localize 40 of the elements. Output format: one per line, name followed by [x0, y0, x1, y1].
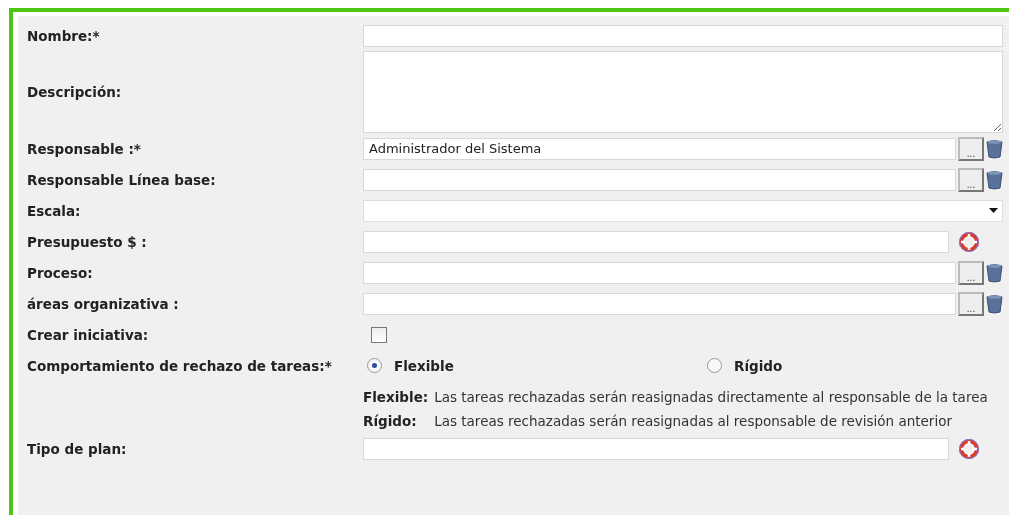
text-input[interactable] — [363, 261, 956, 284]
field-label: Proceso: — [27, 264, 94, 281]
field-label: Responsable Línea base: — [27, 171, 217, 188]
trash-icon[interactable] — [986, 138, 1003, 159]
field-label: Comportamiento de rechazo de tareas:* — [27, 357, 333, 374]
text-input[interactable] — [363, 437, 949, 460]
description-textarea[interactable] — [363, 51, 1003, 133]
text-input[interactable] — [363, 292, 956, 315]
dropdown-caret-icon — [989, 208, 998, 213]
radio-label: Flexible — [394, 357, 454, 374]
note-text: Las tareas rechazadas serán reasignadas directamente al responsable de la tarea — [434, 390, 989, 404]
text-input[interactable]: Administrador del Sistema — [363, 137, 956, 160]
field-label: Crear iniciativa: — [27, 326, 150, 343]
note-term: Flexible: — [363, 389, 429, 405]
name-input[interactable] — [363, 24, 1003, 47]
radio-label: Rígido — [734, 357, 783, 374]
lifebuoy-icon[interactable] — [959, 438, 979, 459]
browse-button[interactable]: ... — [958, 291, 984, 316]
text-input[interactable] — [363, 230, 949, 253]
note-text: Las tareas rechazadas serán reasignadas al responsable de revisión anterior — [434, 414, 953, 428]
lifebuoy-icon[interactable] — [959, 231, 979, 252]
field-label: Tipo de plan: — [27, 440, 128, 457]
scale-dropdown[interactable] — [363, 199, 1003, 222]
note-term: Rígido: — [363, 413, 418, 429]
browse-button[interactable]: ... — [958, 167, 984, 192]
browse-button[interactable]: ... — [958, 136, 984, 161]
field-label: Descripción: — [27, 84, 123, 100]
field-label: Responsable :* — [27, 140, 142, 157]
text-input[interactable] — [363, 168, 956, 191]
field-label: Presupuesto $ : — [27, 233, 148, 250]
field-label: Escala: — [27, 202, 82, 219]
field-label: áreas organizativa : — [27, 295, 180, 312]
trash-icon[interactable] — [986, 293, 1003, 314]
trash-icon[interactable] — [986, 169, 1003, 190]
radio-button[interactable] — [707, 358, 722, 373]
checkbox[interactable] — [371, 326, 387, 343]
field-label: Nombre:* — [27, 27, 101, 44]
trash-icon[interactable] — [986, 262, 1003, 283]
radio-button[interactable] — [367, 358, 382, 373]
browse-button[interactable]: ... — [958, 260, 984, 285]
